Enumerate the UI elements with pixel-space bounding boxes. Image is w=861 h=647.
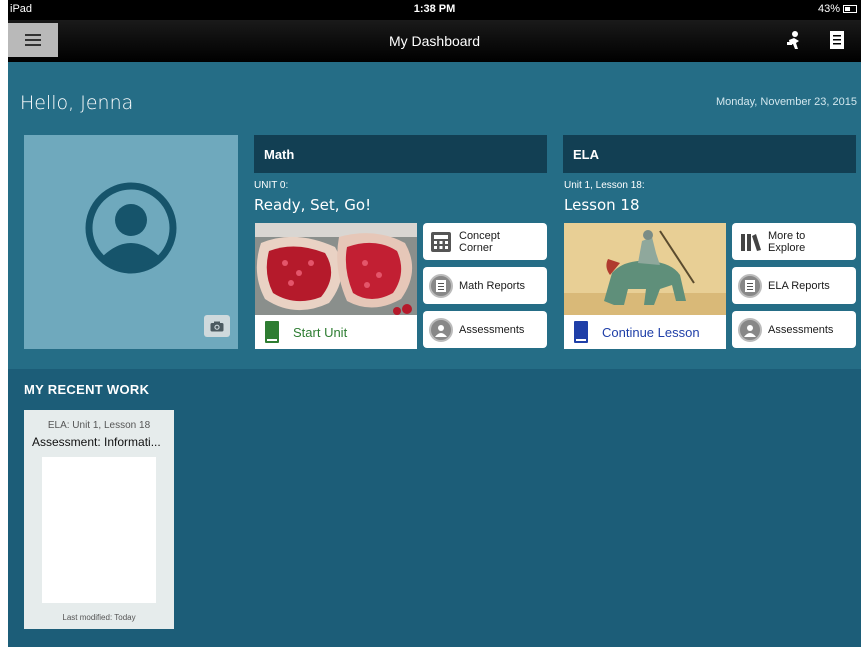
page-title: My Dashboard — [388, 33, 481, 49]
more-to-explore-button[interactable]: More to Explore — [732, 223, 856, 260]
dashboard-main: Hello, Jenna Monday, November 23, 2015 M… — [8, 62, 861, 647]
report-icon — [738, 273, 762, 298]
battery-icon — [843, 5, 857, 13]
status-bar: iPad 1:38 PM 43% — [8, 0, 861, 20]
work-preview — [42, 457, 156, 603]
math-unit-label: UNIT 0: — [254, 180, 289, 191]
camera-icon — [210, 321, 224, 331]
library-books-icon — [741, 233, 761, 251]
status-time: 1:38 PM — [413, 3, 456, 15]
math-header: Math — [254, 135, 547, 173]
math-assessments-button[interactable]: Assessments — [423, 311, 547, 348]
current-date: Monday, November 23, 2015 — [715, 96, 857, 108]
book-icon — [265, 321, 279, 343]
concept-corner-label: Concept Corner — [459, 229, 500, 254]
math-reports-label: Math Reports — [459, 279, 526, 292]
math-unit-image — [255, 223, 417, 315]
concept-corner-button[interactable]: Concept Corner — [423, 223, 547, 260]
recent-work-card[interactable]: ELA: Unit 1, Lesson 18 Assessment: Infor… — [24, 410, 174, 629]
work-last-modified: Last modified: Today — [62, 613, 136, 622]
student-tools-icon[interactable] — [785, 29, 805, 51]
user-avatar-icon — [85, 182, 177, 274]
work-title: Assessment: Informati... — [32, 435, 161, 449]
start-unit-button[interactable]: Start Unit — [255, 315, 417, 349]
battery-percent: 43% — [817, 3, 840, 15]
ela-unit-label: Unit 1, Lesson 18: — [564, 180, 645, 191]
start-unit-label: Start Unit — [293, 324, 348, 340]
ela-assessments-label: Assessments — [768, 323, 834, 336]
nav-bar: My Dashboard — [8, 20, 861, 62]
ela-reports-button[interactable]: ELA Reports — [732, 267, 856, 304]
ela-reports-label: ELA Reports — [768, 279, 830, 292]
ela-header: ELA — [563, 135, 856, 173]
math-reports-button[interactable]: Math Reports — [423, 267, 547, 304]
profile-photo-panel — [24, 135, 238, 349]
notebook-icon[interactable] — [827, 29, 847, 51]
person-icon — [738, 317, 762, 342]
calculator-icon — [431, 231, 451, 252]
person-icon — [429, 317, 453, 342]
math-assessments-label: Assessments — [459, 323, 525, 336]
continue-lesson-button[interactable]: Continue Lesson — [564, 315, 726, 349]
book-icon — [574, 321, 588, 343]
camera-button[interactable] — [204, 315, 230, 337]
battery-indicator: 43% — [818, 3, 857, 15]
ela-lesson-image — [564, 223, 726, 315]
recent-work-heading: MY RECENT WORK — [24, 382, 150, 397]
greeting: Hello, Jenna — [20, 92, 134, 114]
work-subtitle: ELA: Unit 1, Lesson 18 — [47, 420, 151, 431]
ela-unit-title: Lesson 18 — [564, 196, 640, 214]
report-icon — [429, 273, 453, 298]
more-to-explore-label: More to Explore — [768, 229, 806, 254]
ela-assessments-button[interactable]: Assessments — [732, 311, 856, 348]
math-unit-title: Ready, Set, Go! — [254, 196, 372, 214]
continue-lesson-label: Continue Lesson — [602, 324, 700, 340]
